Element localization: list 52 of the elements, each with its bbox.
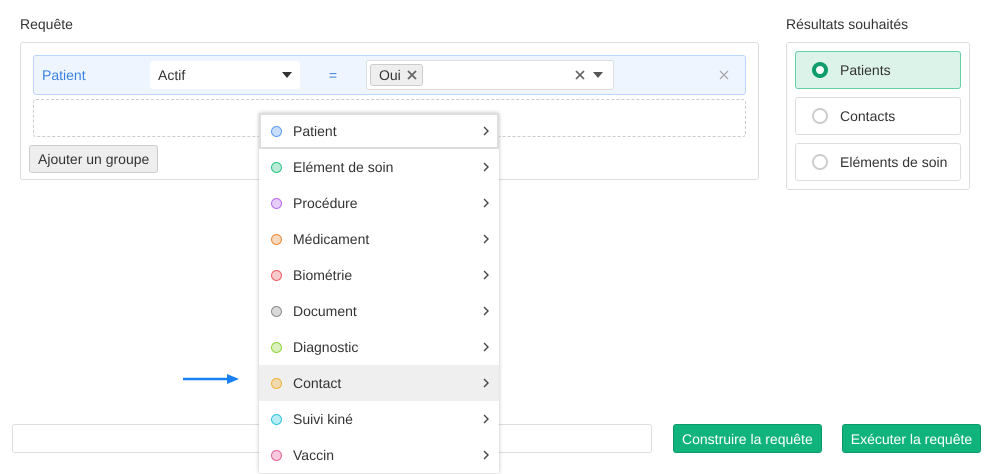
chevron-icon — [483, 378, 489, 388]
menu-item[interactable]: Document — [259, 293, 499, 329]
chevron-icon — [483, 414, 489, 424]
menu-item-label: Vaccin — [293, 447, 335, 463]
clear-icon[interactable] — [575, 70, 585, 80]
option-label: Patients — [840, 62, 891, 78]
chevron-icon — [483, 162, 489, 172]
value-tag: Oui — [370, 64, 423, 86]
chevron-icon — [483, 270, 489, 280]
menu-item[interactable]: Patient — [259, 113, 499, 149]
menu-item[interactable]: Suivi kiné — [259, 401, 499, 437]
value-select[interactable]: Oui — [366, 60, 614, 90]
chevron-icon — [483, 342, 489, 352]
menu-item[interactable]: Biométrie — [259, 257, 499, 293]
menu-item[interactable]: Diagnostic — [259, 329, 499, 365]
menu-item-label: Patient — [293, 123, 338, 139]
section-title: Requête — [20, 15, 74, 34]
menu-item[interactable]: Elément de soin — [259, 149, 499, 185]
caret-icon[interactable] — [593, 72, 603, 78]
menu-item-label: Elément de soin — [293, 159, 394, 175]
menu-item[interactable]: Procédure — [259, 185, 499, 221]
chevron-icon — [483, 234, 489, 244]
caret-icon — [282, 72, 292, 78]
entity-label: Patient — [42, 67, 87, 83]
radio-icon — [812, 108, 828, 124]
menu-item[interactable]: Médicament — [259, 221, 499, 257]
menu-item[interactable]: Vaccin — [259, 437, 499, 473]
arrow-icon — [183, 374, 239, 384]
radio-icon — [812, 154, 828, 170]
option-label: Eléments de soin — [840, 154, 948, 170]
menu-item-label: Procédure — [293, 195, 359, 211]
menu-item-label: Médicament — [293, 231, 370, 247]
add-group-button[interactable]: Ajouter un groupe — [29, 145, 158, 173]
chevron-icon — [483, 198, 489, 208]
chevron-icon — [483, 450, 489, 460]
chevron-icon — [483, 126, 489, 136]
radio-icon — [812, 62, 828, 78]
result-option[interactable]: Contacts — [795, 97, 961, 135]
menu-item[interactable]: Contact — [259, 365, 499, 401]
result-option[interactable]: Patients — [795, 51, 961, 89]
menu-item-label: Suivi kiné — [293, 411, 354, 427]
menu-item-label: Diagnostic — [293, 339, 360, 355]
operator-label: = — [328, 67, 338, 83]
section-title: Résultats souhaités — [786, 15, 910, 34]
result-option[interactable]: Eléments de soin — [795, 143, 961, 181]
option-label: Contacts — [840, 108, 896, 124]
chevron-icon — [483, 306, 489, 316]
menu-item-label: Contact — [293, 375, 342, 391]
remove-icon[interactable] — [406, 70, 417, 80]
menu-item-label: Biométrie — [293, 267, 354, 283]
menu-item-label: Document — [293, 303, 358, 319]
field-select[interactable]: Actif — [150, 61, 300, 89]
